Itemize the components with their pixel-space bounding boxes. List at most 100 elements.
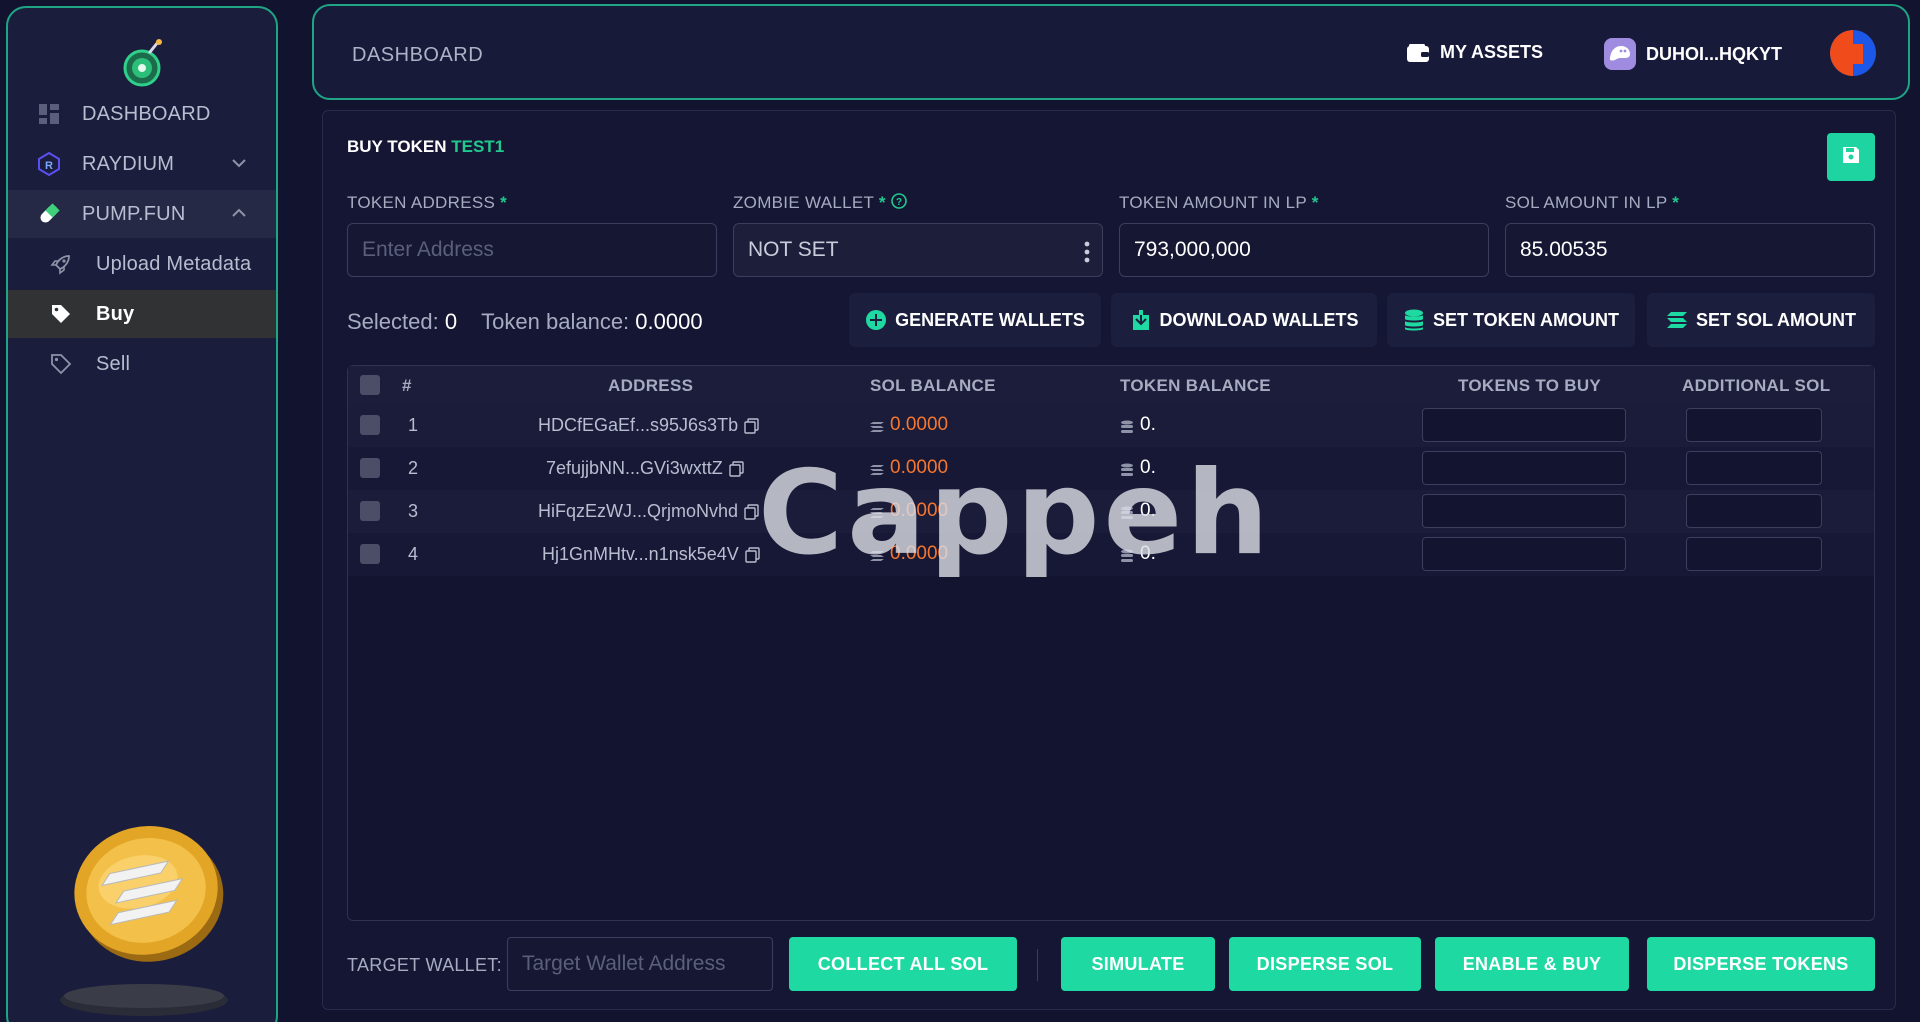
row-checkbox[interactable] [360, 501, 380, 521]
token-address-input[interactable] [347, 223, 717, 277]
row-token-balance: 0. [1120, 500, 1156, 522]
sol-balance-value: 0.0000 [890, 414, 949, 435]
sidebar-item-label: DASHBOARD [82, 102, 211, 125]
table-row[interactable]: 2 7efujjbNN...GVi3wxttZ 0.0000 0. [348, 447, 1874, 490]
select-all-checkbox[interactable] [360, 375, 380, 395]
address-text: HiFqzEzWJ...QrjmoNvhd [538, 501, 739, 521]
row-checkbox[interactable] [360, 544, 380, 564]
sol-amount-input[interactable] [1505, 223, 1875, 277]
address-text: Hj1GnMHtv...n1nsk5e4V [542, 544, 739, 564]
sidebar-item-dashboard[interactable]: DASHBOARD [8, 90, 276, 138]
copy-icon[interactable] [745, 546, 761, 563]
grid-icon [36, 101, 62, 127]
selected-count: 0 [444, 309, 458, 334]
row-token-balance: 0. [1120, 543, 1156, 565]
token-address-label: TOKEN ADDRESS * [347, 193, 508, 212]
simulate-button[interactable]: SIMULATE [1061, 937, 1215, 991]
divider [1037, 949, 1038, 981]
sidebar-item-sell[interactable]: Sell [8, 340, 276, 388]
sol-balance-value: 0.0000 [890, 500, 949, 521]
set-sol-amount-button[interactable]: SET SOL AMOUNT [1647, 293, 1875, 347]
label-text: TOKEN ADDRESS [347, 193, 496, 212]
row-sol-balance: 0.0000 [870, 414, 948, 436]
app-logo-icon[interactable] [122, 38, 166, 88]
row-token-balance: 0. [1120, 414, 1156, 436]
enable-and-buy-button[interactable]: ENABLE & BUY [1435, 937, 1629, 991]
sidebar-item-pumpfun[interactable]: PUMP.FUN [8, 190, 276, 238]
generate-wallets-button[interactable]: GENERATE WALLETS [849, 293, 1101, 347]
row-address: 7efujjbNN...GVi3wxttZ [546, 458, 745, 479]
my-assets-button[interactable]: MY ASSETS [1406, 42, 1543, 63]
row-checkbox[interactable] [360, 458, 380, 478]
table-row[interactable]: 4 Hj1GnMHtv...n1nsk5e4V 0.0000 0. [348, 533, 1874, 576]
token-balance-label: Token balance: [481, 309, 630, 334]
additional-sol-input[interactable] [1686, 451, 1822, 485]
sidebar-item-upload-metadata[interactable]: Upload Metadata [8, 240, 276, 288]
copy-icon[interactable] [729, 460, 745, 477]
collect-all-sol-button[interactable]: COLLECT ALL SOL [789, 937, 1017, 991]
sidebar-item-label: RAYDIUM [82, 152, 175, 175]
wallet-address-label: DUHOI...HQKYT [1646, 43, 1783, 64]
column-header-additional-sol: ADDITIONAL SOL [1682, 376, 1831, 395]
sidebar-item-label: Upload Metadata [96, 252, 252, 275]
page-title: DASHBOARD [352, 44, 484, 66]
column-header-tokens-to-buy: TOKENS TO BUY [1458, 376, 1602, 395]
avatar[interactable] [1830, 30, 1876, 76]
copy-icon[interactable] [744, 417, 760, 434]
sol-amount-label: SOL AMOUNT IN LP * [1505, 193, 1680, 212]
row-number: 1 [408, 415, 419, 435]
row-sol-balance: 0.0000 [870, 457, 948, 479]
table-row[interactable]: 1 HDCfEGaEf...s95J6s3Tb 0.0000 0. [348, 404, 1874, 447]
additional-sol-input[interactable] [1686, 408, 1822, 442]
label-text: TOKEN AMOUNT IN LP [1119, 193, 1307, 212]
additional-sol-input[interactable] [1686, 494, 1822, 528]
tokens-to-buy-input[interactable] [1422, 537, 1626, 571]
sidebar-item-label: PUMP.FUN [82, 202, 186, 225]
row-number: 3 [408, 501, 419, 521]
tokens-to-buy-input[interactable] [1422, 451, 1626, 485]
tokens-to-buy-input[interactable] [1422, 494, 1626, 528]
disperse-tokens-button[interactable]: DISPERSE TOKENS [1647, 937, 1875, 991]
token-amount-input[interactable] [1119, 223, 1489, 277]
sol-balance-value: 0.0000 [890, 543, 949, 564]
sidebar-item-buy[interactable]: Buy [8, 290, 276, 338]
wallet-icon [1406, 43, 1430, 63]
row-address: HDCfEGaEf...s95J6s3Tb [538, 415, 760, 436]
token-balance-value: 0. [1140, 500, 1156, 521]
table-row[interactable]: 3 HiFqzEzWJ...QrjmoNvhd 0.0000 0. [348, 490, 1874, 533]
download-wallets-button[interactable]: DOWNLOAD WALLETS [1111, 293, 1377, 347]
copy-icon[interactable] [744, 503, 760, 520]
solana-icon [870, 418, 884, 432]
label-text: ZOMBIE WALLET [733, 193, 874, 212]
row-address: HiFqzEzWJ...QrjmoNvhd [538, 501, 760, 522]
button-label: SET SOL AMOUNT [1695, 309, 1856, 330]
disperse-sol-button[interactable]: DISPERSE SOL [1229, 937, 1421, 991]
zombie-wallet-label: ZOMBIE WALLET * ? [733, 193, 907, 214]
additional-sol-input[interactable] [1686, 537, 1822, 571]
solana-icon [870, 547, 884, 561]
column-header-token-balance: TOKEN BALANCE [1120, 376, 1271, 395]
sidebar: DASHBOARD R RAYDIUM PUMP.FUN Upload Meta… [6, 6, 278, 1022]
row-checkbox[interactable] [360, 415, 380, 435]
save-icon [1841, 145, 1861, 170]
help-icon[interactable]: ? [891, 193, 907, 214]
row-address: Hj1GnMHtv...n1nsk5e4V [542, 544, 761, 565]
solana-coin-illustration [56, 808, 246, 1022]
row-token-balance: 0. [1120, 457, 1156, 479]
tag-outline-icon [48, 351, 74, 377]
target-wallet-input[interactable] [507, 937, 773, 991]
sidebar-item-raydium[interactable]: R RAYDIUM [8, 140, 276, 188]
zombie-wallet-select[interactable]: NOT SET [733, 223, 1103, 277]
solana-icon [870, 504, 884, 518]
chevron-down-icon [230, 154, 248, 172]
token-name: TEST1 [451, 137, 505, 156]
save-button[interactable] [1827, 133, 1875, 181]
buy-token-panel: BUY TOKEN TEST1 TOKEN ADDRESS * ZOMBIE W… [322, 110, 1896, 1010]
column-header-sol-balance: SOL BALANCE [870, 376, 996, 395]
more-vertical-icon[interactable] [1084, 240, 1090, 264]
set-token-amount-button[interactable]: SET TOKEN AMOUNT [1387, 293, 1635, 347]
connected-wallet-button[interactable]: DUHOI...HQKYT [1604, 38, 1782, 70]
my-assets-label: MY ASSETS [1440, 42, 1544, 62]
tokens-to-buy-input[interactable] [1422, 408, 1626, 442]
token-balance-value: 0. [1140, 543, 1156, 564]
